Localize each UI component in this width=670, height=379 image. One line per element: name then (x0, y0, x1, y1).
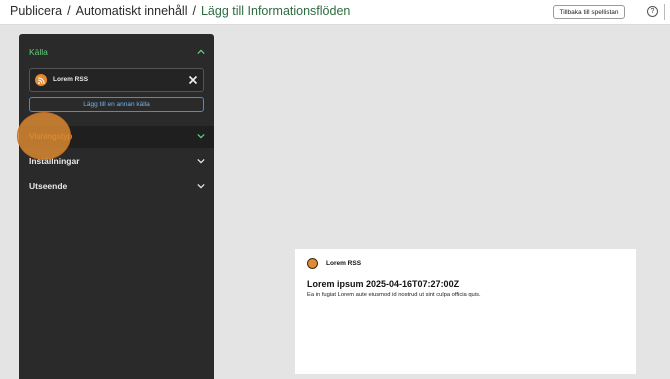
source-item-card: Lorem RSS (29, 68, 204, 92)
feed-preview-card: Lorem RSS Lorem ipsum 2025-04-16T07:27:0… (295, 249, 636, 374)
section-display-type-label: Visningstyp (29, 131, 73, 141)
breadcrumb-item-automatiskt[interactable]: Automatiskt innehåll (76, 4, 188, 18)
breadcrumb-separator: / (67, 4, 71, 18)
close-icon[interactable] (187, 74, 199, 86)
breadcrumb: Publicera / Automatiskt innehåll / Lägg till… (10, 4, 350, 18)
chevron-down-icon (197, 133, 205, 139)
rss-icon (35, 74, 47, 86)
header-divider (664, 4, 665, 20)
help-icon[interactable]: ? (647, 6, 658, 17)
section-source-header[interactable]: Källa (19, 42, 214, 64)
section-display-type[interactable]: Visningstyp (19, 126, 214, 148)
section-source-label: Källa (29, 47, 48, 57)
section-settings-label: Inställningar (29, 156, 80, 166)
preview-source-name: Lorem RSS (326, 260, 362, 267)
breadcrumb-item-publicera[interactable]: Publicera (10, 4, 62, 18)
section-appearance-label: Utseende (29, 181, 68, 191)
chevron-down-icon (197, 183, 205, 189)
section-appearance[interactable]: Utseende (19, 176, 214, 198)
breadcrumb-current: Lägg till Informationsflöden (200, 4, 351, 18)
add-source-button[interactable]: Lägg till en annan källa (29, 97, 204, 112)
settings-sidebar: Källa Lorem RSS Lägg till en annan källa… (19, 34, 214, 379)
top-bar: Publicera / Automatiskt innehåll / Lägg till… (0, 0, 670, 25)
section-settings[interactable]: Inställningar (19, 151, 214, 173)
source-item-name: Lorem RSS (53, 76, 89, 83)
breadcrumb-separator: / (192, 4, 196, 18)
back-to-playlist-button[interactable]: Tillbaka till spellistan (553, 5, 625, 19)
chevron-up-icon (197, 49, 205, 55)
preview-body: Ea in fugiat Lorem aute eiusmod id nostr… (307, 292, 481, 298)
chevron-down-icon (197, 158, 205, 164)
preview-title: Lorem ipsum 2025-04-16T07:27:00Z (307, 279, 460, 289)
rss-icon (307, 258, 318, 269)
